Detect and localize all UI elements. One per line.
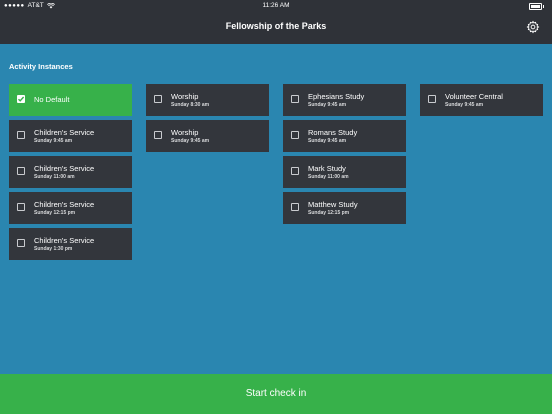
activity-time: Sunday 9:45 am: [308, 138, 347, 144]
checkbox-icon[interactable]: [291, 131, 299, 139]
activity-name: Worship: [171, 92, 199, 101]
activity-time: Sunday 1:30 pm: [34, 246, 73, 252]
battery-icon: [529, 3, 542, 10]
activity-card[interactable]: Volunteer Central Sunday 9:45 am: [420, 84, 543, 116]
activity-card[interactable]: Children's Service Sunday 9:45 am: [9, 120, 132, 152]
activity-card[interactable]: Romans Study Sunday 9:45 am: [283, 120, 406, 152]
activity-time: Sunday 11:00 am: [34, 174, 75, 180]
activity-time: Sunday 8:30 am: [171, 102, 210, 108]
checkbox-icon[interactable]: [17, 239, 25, 247]
checkbox-icon[interactable]: [291, 203, 299, 211]
checkbox-icon[interactable]: [17, 131, 25, 139]
activity-time: Sunday 12:15 pm: [308, 210, 350, 216]
start-check-in-button[interactable]: Start check in: [0, 374, 552, 414]
activity-time: Sunday 9:45 am: [34, 138, 73, 144]
checkbox-icon[interactable]: [291, 95, 299, 103]
activity-card[interactable]: Children's Service Sunday 11:00 am: [9, 156, 132, 188]
activity-name: Children's Service: [34, 128, 95, 137]
status-time: 11:26 AM: [262, 2, 290, 9]
section-heading: Activity Instances: [9, 62, 73, 71]
activity-name: Worship: [171, 128, 199, 137]
activity-name: Ephesians Study: [308, 92, 365, 101]
checkbox-icon[interactable]: [154, 95, 162, 103]
activity-name: Mark Study: [308, 164, 346, 173]
activity-time: Sunday 9:45 am: [308, 102, 347, 108]
page-title: Fellowship of the Parks: [225, 21, 327, 31]
nav-bar: Fellowship of the Parks: [0, 12, 552, 44]
activity-time: Sunday 9:45 am: [171, 138, 210, 144]
activity-name: No Default: [34, 95, 70, 104]
activity-name: Volunteer Central: [445, 92, 503, 101]
gear-icon[interactable]: [526, 20, 540, 34]
activity-time: Sunday 11:00 am: [308, 174, 349, 180]
activity-name: Romans Study: [308, 128, 358, 137]
checkbox-icon[interactable]: [428, 95, 436, 103]
activity-card[interactable]: Worship Sunday 9:45 am: [146, 120, 269, 152]
activity-card[interactable]: Children's Service Sunday 12:15 pm: [9, 192, 132, 224]
checkbox-icon[interactable]: [17, 167, 25, 175]
checkbox-icon[interactable]: [17, 203, 25, 211]
activity-card[interactable]: Worship Sunday 8:30 am: [146, 84, 269, 116]
activity-card[interactable]: Mark Study Sunday 11:00 am: [283, 156, 406, 188]
activity-name: Matthew Study: [308, 200, 358, 209]
activity-name: Children's Service: [34, 236, 95, 245]
checkbox-icon[interactable]: [154, 131, 162, 139]
activity-card[interactable]: No Default: [9, 84, 132, 116]
activity-time: Sunday 12:15 pm: [34, 210, 76, 216]
activity-name: Children's Service: [34, 164, 95, 173]
activity-card[interactable]: Matthew Study Sunday 12:15 pm: [283, 192, 406, 224]
activity-name: Children's Service: [34, 200, 95, 209]
activity-card[interactable]: Children's Service Sunday 1:30 pm: [9, 228, 132, 260]
checkbox-checked-icon[interactable]: [17, 95, 25, 103]
activity-time: Sunday 9:45 am: [445, 102, 484, 108]
status-bar: ●●●●● AT&T 11:26 AM: [0, 0, 552, 12]
activity-card[interactable]: Ephesians Study Sunday 9:45 am: [283, 84, 406, 116]
checkbox-icon[interactable]: [291, 167, 299, 175]
